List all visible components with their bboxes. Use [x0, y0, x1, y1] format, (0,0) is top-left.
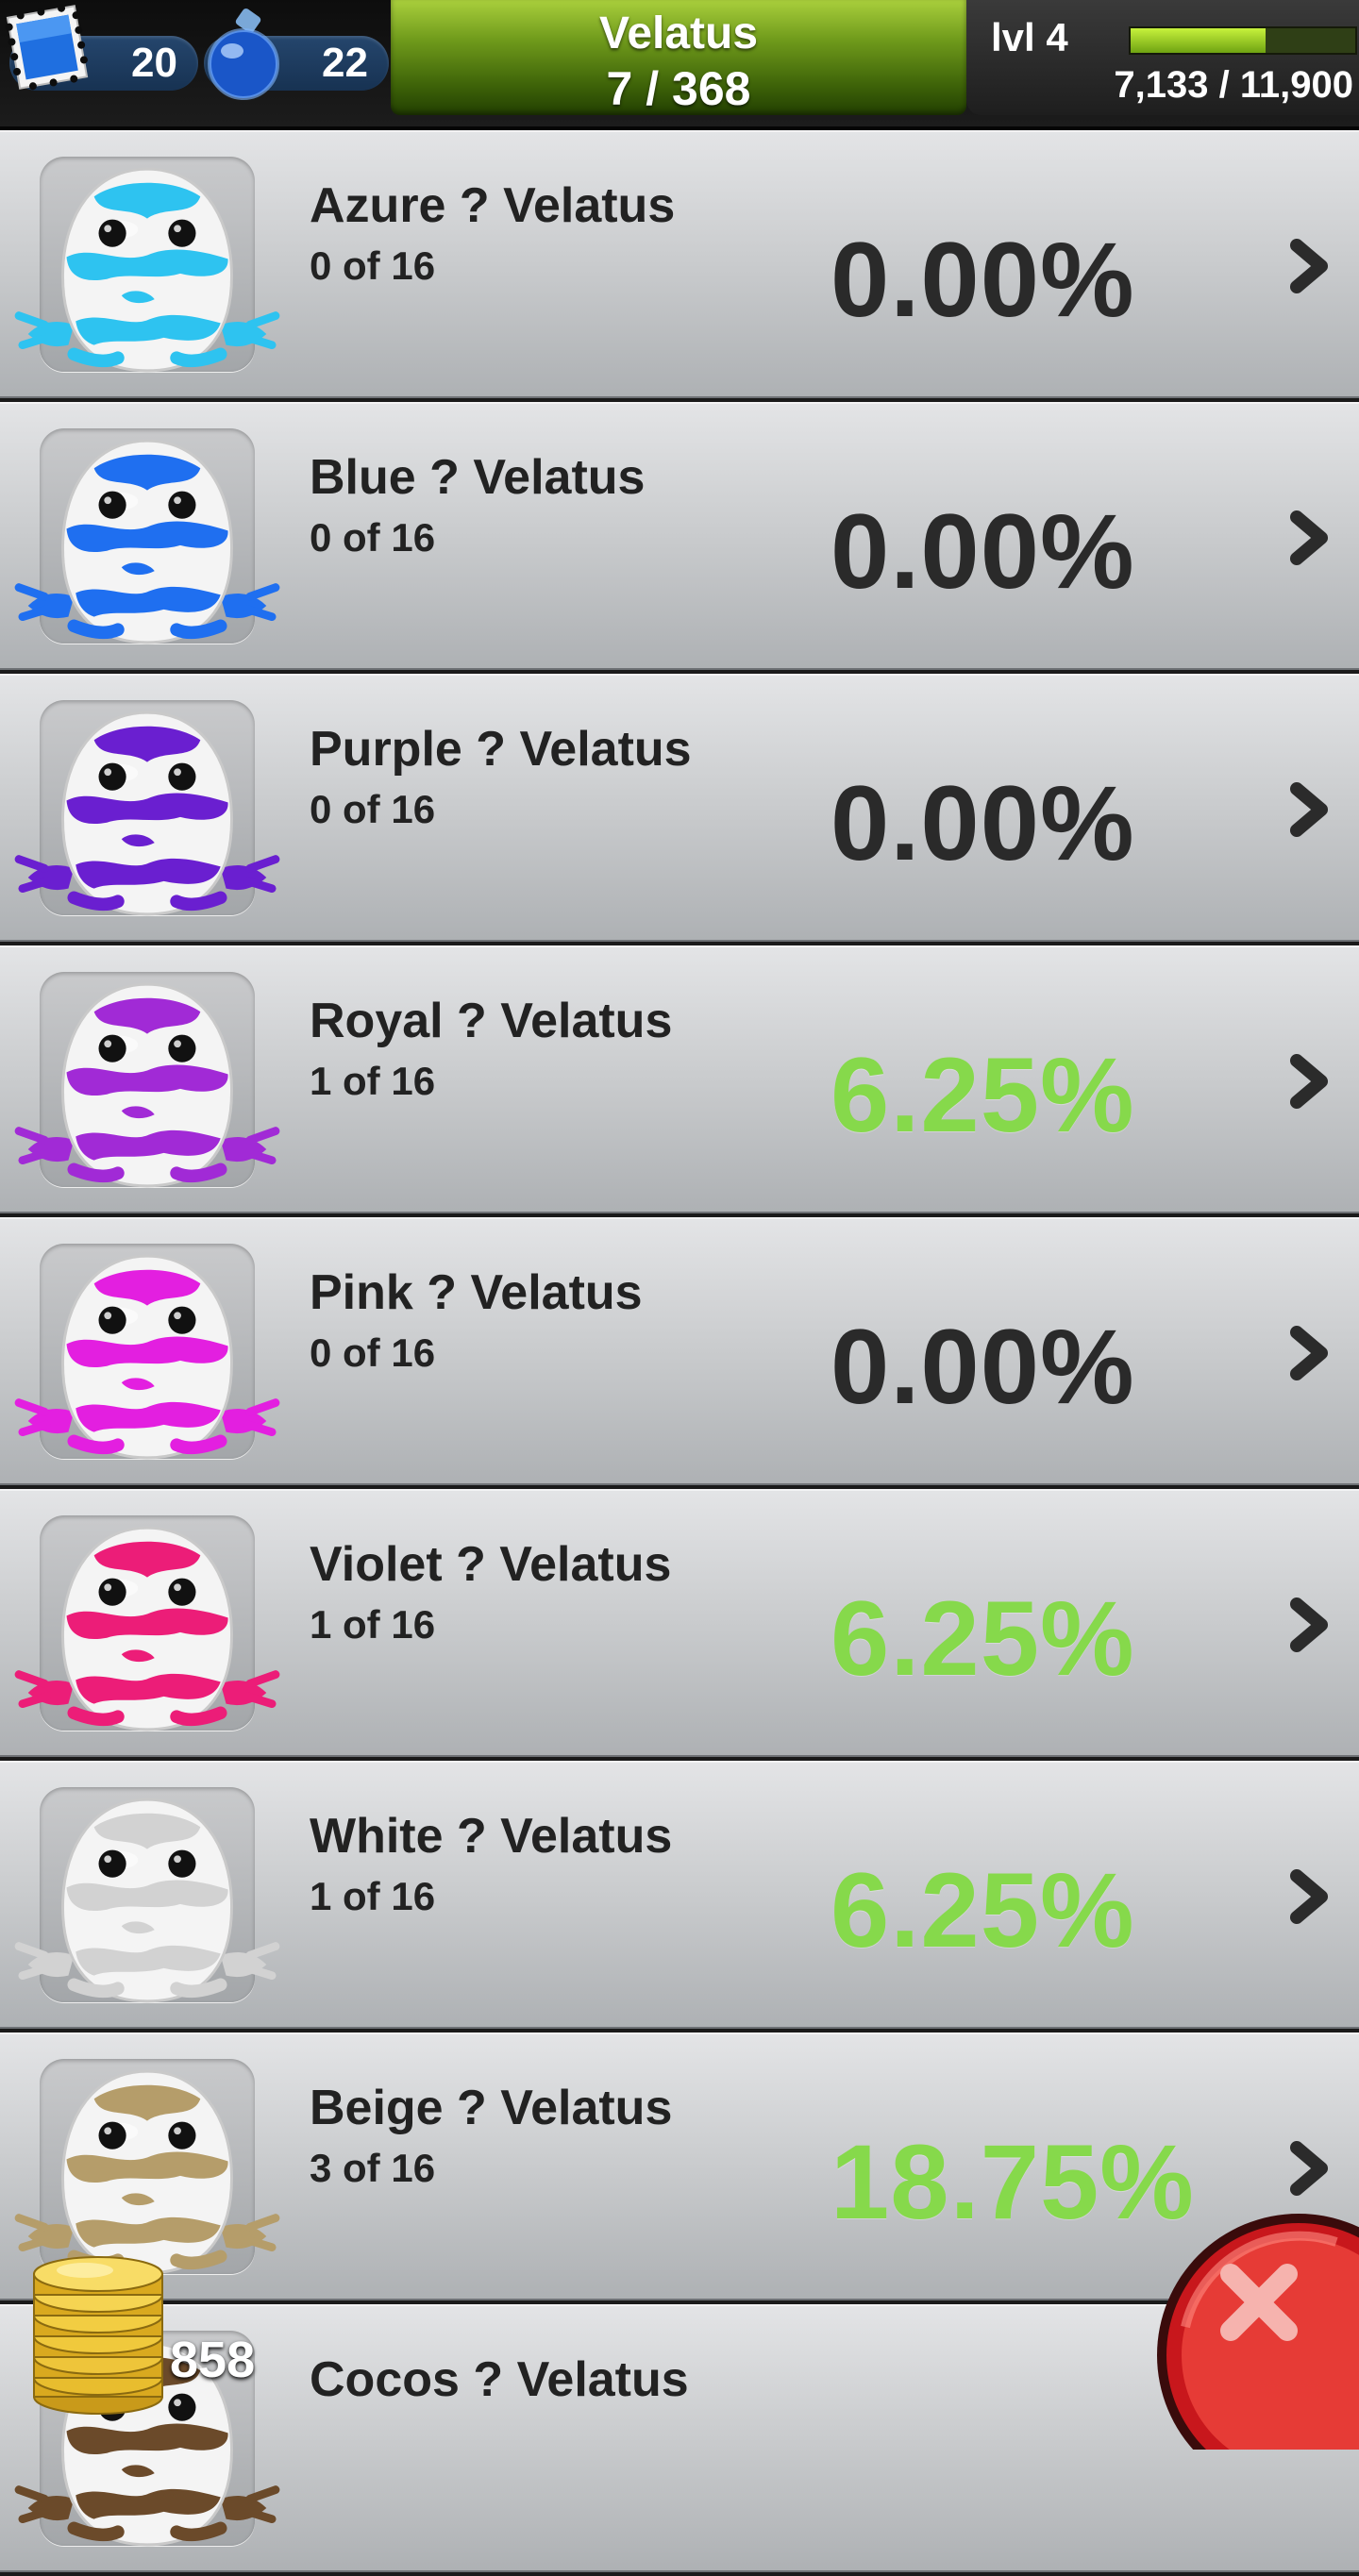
variant-percent: 0.00% [830, 764, 1135, 882]
list-item[interactable]: White ? Velatus 1 of 16 6.25% [0, 1761, 1359, 2029]
list-item[interactable]: Violet ? Velatus 1 of 16 6.25% [0, 1489, 1359, 1757]
frog-icon [14, 982, 280, 1188]
variant-name: Violet ? Velatus [310, 1537, 672, 1592]
species-title: Velatus [598, 8, 759, 59]
xp-progress-fill [1131, 28, 1266, 53]
variant-percent: 18.75% [830, 2123, 1195, 2241]
collected-count: 7 / 368 [606, 62, 751, 115]
list-item[interactable]: Purple ? Velatus 0 of 16 0.00% [0, 674, 1359, 942]
stamp-icon [5, 4, 89, 91]
xp-text: 7,133 / 11,900 [1114, 64, 1353, 106]
variant-percent: 0.00% [830, 221, 1135, 339]
variant-percent: 6.25% [830, 1851, 1135, 1969]
variant-name: White ? Velatus [310, 1809, 673, 1864]
variant-count: 1 of 16 [310, 1602, 436, 1647]
chevron-right-icon [1290, 2141, 1328, 2196]
variant-count: 0 of 16 [310, 1330, 436, 1375]
variant-count: 1 of 16 [310, 1874, 436, 1918]
list-item[interactable]: Pink ? Velatus 0 of 16 0.00% [0, 1217, 1359, 1485]
chevron-right-icon [1290, 782, 1328, 837]
species-title-panel: Velatus 7 / 368 [391, 0, 966, 115]
chevron-right-icon [1290, 1597, 1328, 1652]
close-button[interactable] [1148, 2204, 1359, 2450]
variant-percent: 6.25% [830, 1036, 1135, 1154]
variant-percent: 0.00% [830, 493, 1135, 611]
frog-icon [14, 1798, 280, 2003]
variant-count: 3 of 16 [310, 2146, 436, 2190]
variant-name: Azure ? Velatus [310, 178, 676, 233]
variant-name: Beige ? Velatus [310, 2081, 673, 2135]
frog-icon [14, 1526, 280, 1731]
frog-icon [14, 1254, 280, 1460]
top-bar: 20 22 Velatus 7 / 368 lvl 4 7,133 / 11,9… [0, 0, 1359, 130]
variant-name: Purple ? Velatus [310, 722, 692, 777]
variant-count: 0 of 16 [310, 787, 436, 831]
variant-name: Cocos ? Velatus [310, 2352, 689, 2407]
chevron-right-icon [1290, 239, 1328, 293]
variant-name: Blue ? Velatus [310, 450, 646, 505]
chevron-right-icon [1290, 1054, 1328, 1109]
chevron-right-icon [1290, 510, 1328, 565]
potions-count: 22 [322, 40, 368, 86]
frog-icon [14, 439, 280, 644]
variant-count: 1 of 16 [310, 1059, 436, 1103]
variant-percent: 6.25% [830, 1580, 1135, 1698]
potion-icon [208, 8, 279, 100]
list-item[interactable]: Blue ? Velatus 0 of 16 0.00% [0, 402, 1359, 670]
level-label: lvl 4 [991, 15, 1068, 59]
frog-icon [14, 167, 280, 373]
variant-count: 0 of 16 [310, 515, 436, 560]
xp-progress-bar [1129, 26, 1357, 55]
chevron-right-icon [1290, 1326, 1328, 1380]
coin-stack-icon [33, 2256, 163, 2415]
level-panel: lvl 4 7,133 / 11,900 [966, 0, 1359, 115]
variant-name: Pink ? Velatus [310, 1265, 643, 1320]
chevron-right-icon [1290, 1869, 1328, 1924]
list-item[interactable]: Royal ? Velatus 1 of 16 6.25% [0, 945, 1359, 1213]
stamps-count: 20 [131, 40, 177, 86]
coin-count: 858 [170, 2332, 256, 2388]
variant-name: Royal ? Velatus [310, 994, 673, 1048]
list-item[interactable]: Azure ? Velatus 0 of 16 0.00% [0, 130, 1359, 398]
frog-icon [14, 711, 280, 916]
variant-percent: 0.00% [830, 1308, 1135, 1426]
variant-count: 0 of 16 [310, 243, 436, 288]
